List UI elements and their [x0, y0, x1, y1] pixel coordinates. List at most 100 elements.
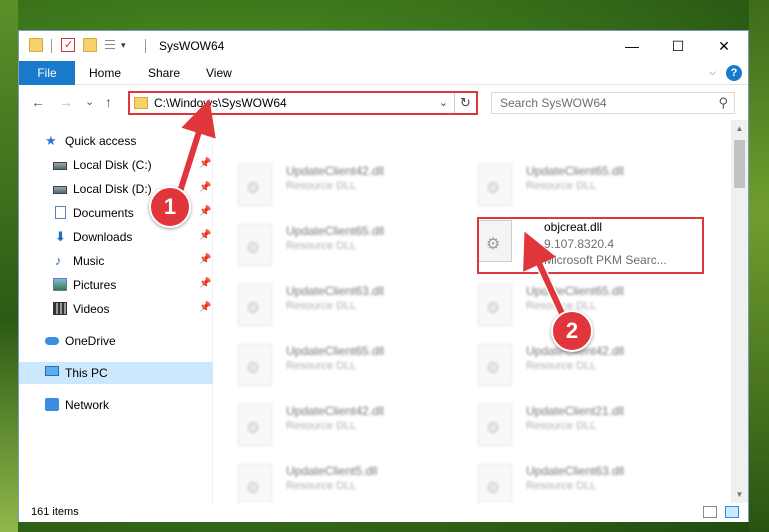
list-item[interactable]: ⚙ UpdateClient21.dll Resource DLL: [454, 396, 684, 452]
ribbon-tabs: File Home Share View ⌵ ?: [19, 61, 748, 85]
file-type: Resource DLL: [286, 360, 357, 372]
navigation-bar: ← → ⌄ ↑ C:\Windows\SysWOW64 ⌄ ↻ Search S…: [19, 86, 748, 120]
help-icon[interactable]: ?: [726, 65, 742, 81]
expand-ribbon-icon[interactable]: ⌵: [709, 67, 716, 78]
dll-file-icon: ⚙: [238, 224, 272, 266]
list-item[interactable]: ⚙ UpdateClient63.dll Resource DLL: [454, 456, 684, 503]
list-item[interactable]: ⚙ UpdateClient42.dll Resource DLL: [214, 156, 444, 212]
desktop-background-right: [749, 0, 769, 532]
status-bar: 161 items: [19, 503, 748, 522]
sidebar-item-onedrive[interactable]: OneDrive: [19, 330, 213, 352]
vertical-scrollbar[interactable]: ▲ ▼: [731, 120, 748, 503]
sidebar-item-label: Videos: [73, 302, 110, 316]
list-item[interactable]: ⚙ UpdateClient42.dll Resource DLL: [214, 396, 444, 452]
sidebar-item-this-pc[interactable]: This PC: [19, 362, 213, 384]
step-badge-2: 2: [551, 310, 593, 352]
sidebar-item-videos[interactable]: Videos 📌: [19, 298, 213, 320]
maximize-button[interactable]: ☐: [655, 31, 701, 61]
minimize-button[interactable]: —: [609, 31, 655, 61]
file-name: UpdateClient63.dll: [286, 284, 385, 298]
desktop-background-left: [0, 0, 18, 532]
file-type: Resource DLL: [526, 300, 597, 312]
recent-locations-button[interactable]: ⌄: [85, 95, 94, 108]
drive-icon: [53, 162, 67, 170]
sidebar-item-network[interactable]: Network: [19, 394, 213, 416]
toolbar-separator: [145, 39, 146, 53]
pin-icon: 📌: [199, 182, 212, 193]
sidebar-item-local-disk-c[interactable]: Local Disk (C:) 📌: [19, 154, 213, 176]
tab-view[interactable]: View: [206, 61, 232, 85]
back-button[interactable]: ←: [31, 94, 45, 110]
file-name: UpdateClient5.dll: [286, 464, 378, 478]
new-folder-icon[interactable]: [83, 38, 97, 52]
tab-home[interactable]: Home: [89, 61, 121, 85]
list-item[interactable]: ⚙ UpdateClient63.dll Resource DLL: [214, 276, 444, 332]
tab-file[interactable]: File: [19, 61, 75, 85]
details-view-icon[interactable]: [703, 506, 717, 518]
dll-file-icon: ⚙: [478, 284, 512, 326]
file-name: UpdateClient65.dll: [526, 164, 625, 178]
close-button[interactable]: ✕: [701, 31, 747, 61]
dll-file-icon: ⚙: [238, 344, 272, 386]
forward-button[interactable]: →: [59, 94, 73, 110]
step-badge-1: 1: [149, 186, 191, 228]
pin-icon: 📌: [199, 158, 212, 169]
drive-icon: [53, 186, 67, 194]
pictures-icon: [53, 278, 67, 291]
sidebar-item-quick-access[interactable]: ★ Quick access: [19, 130, 213, 152]
folder-icon: [29, 38, 43, 52]
file-type: Resource DLL: [286, 300, 357, 312]
file-type: Resource DLL: [526, 180, 597, 192]
dll-file-icon: ⚙: [238, 464, 272, 503]
list-item[interactable]: ⚙ UpdateClient5.dll Resource DLL: [214, 456, 444, 503]
file-name: UpdateClient42.dll: [286, 404, 385, 418]
tab-share[interactable]: Share: [148, 61, 180, 85]
sidebar-item-label: Documents: [73, 206, 134, 220]
properties-check-icon[interactable]: [61, 38, 75, 52]
sidebar-item-pictures[interactable]: Pictures 📌: [19, 274, 213, 296]
star-icon: ★: [45, 133, 57, 148]
item-count: 161 items: [31, 506, 79, 518]
search-icon[interactable]: ⚲: [718, 95, 728, 111]
file-type: Resource DLL: [526, 360, 597, 372]
quick-access-toolbar-dropdown-icon[interactable]: ▾: [121, 40, 126, 51]
sidebar-item-downloads[interactable]: ⬇ Downloads 📌: [19, 226, 213, 248]
file-type: Resource DLL: [286, 420, 357, 432]
file-type: Resource DLL: [286, 180, 357, 192]
sidebar-item-music[interactable]: ♪ Music 📌: [19, 250, 213, 272]
refresh-button[interactable]: ↻: [454, 93, 476, 113]
dll-file-icon: ⚙: [238, 284, 272, 326]
list-item[interactable]: ⚙ UpdateClient65.dll Resource DLL: [454, 156, 684, 212]
large-icons-view-icon[interactable]: [725, 506, 739, 518]
dll-file-icon: ⚙: [478, 164, 512, 206]
sidebar-item-label: Network: [65, 398, 110, 412]
search-box[interactable]: Search SysWOW64 ⚲: [491, 92, 735, 114]
scroll-up-icon[interactable]: ▲: [731, 120, 748, 137]
address-bar[interactable]: C:\Windows\SysWOW64 ⌄ ↻: [128, 91, 478, 115]
up-button[interactable]: ↑: [105, 94, 112, 110]
sidebar-item-label: Local Disk (C:): [73, 158, 152, 172]
pin-icon: 📌: [199, 230, 212, 241]
window-title: SysWOW64: [159, 39, 225, 53]
rename-icon[interactable]: [105, 38, 119, 52]
sidebar-item-label: This PC: [65, 366, 108, 380]
computer-icon: [45, 366, 59, 376]
pin-icon: 📌: [199, 254, 212, 265]
list-item[interactable]: ⚙ UpdateClient65.dll Resource DLL: [214, 336, 444, 392]
pin-icon: 📌: [199, 278, 212, 289]
file-type: Resource DLL: [526, 420, 597, 432]
search-input[interactable]: Search SysWOW64: [500, 96, 607, 110]
dll-file-icon: ⚙: [478, 404, 512, 446]
address-path[interactable]: C:\Windows\SysWOW64: [154, 96, 287, 110]
file-list: ⚙ UpdateClient42.dll Resource DLL ⚙ Upda…: [214, 120, 731, 503]
dll-file-icon: ⚙: [478, 344, 512, 386]
sidebar-item-label: Quick access: [65, 134, 137, 148]
file-type: Resource DLL: [286, 240, 357, 252]
list-item[interactable]: ⚙ UpdateClient65.dll Resource DLL: [214, 216, 444, 272]
scroll-down-icon[interactable]: ▼: [731, 486, 748, 503]
address-dropdown-icon[interactable]: ⌄: [439, 96, 448, 109]
highlight-box: [477, 217, 704, 274]
scrollbar-thumb[interactable]: [734, 140, 745, 188]
toolbar-separator: [51, 39, 52, 53]
download-arrow-icon: ⬇: [55, 229, 66, 244]
